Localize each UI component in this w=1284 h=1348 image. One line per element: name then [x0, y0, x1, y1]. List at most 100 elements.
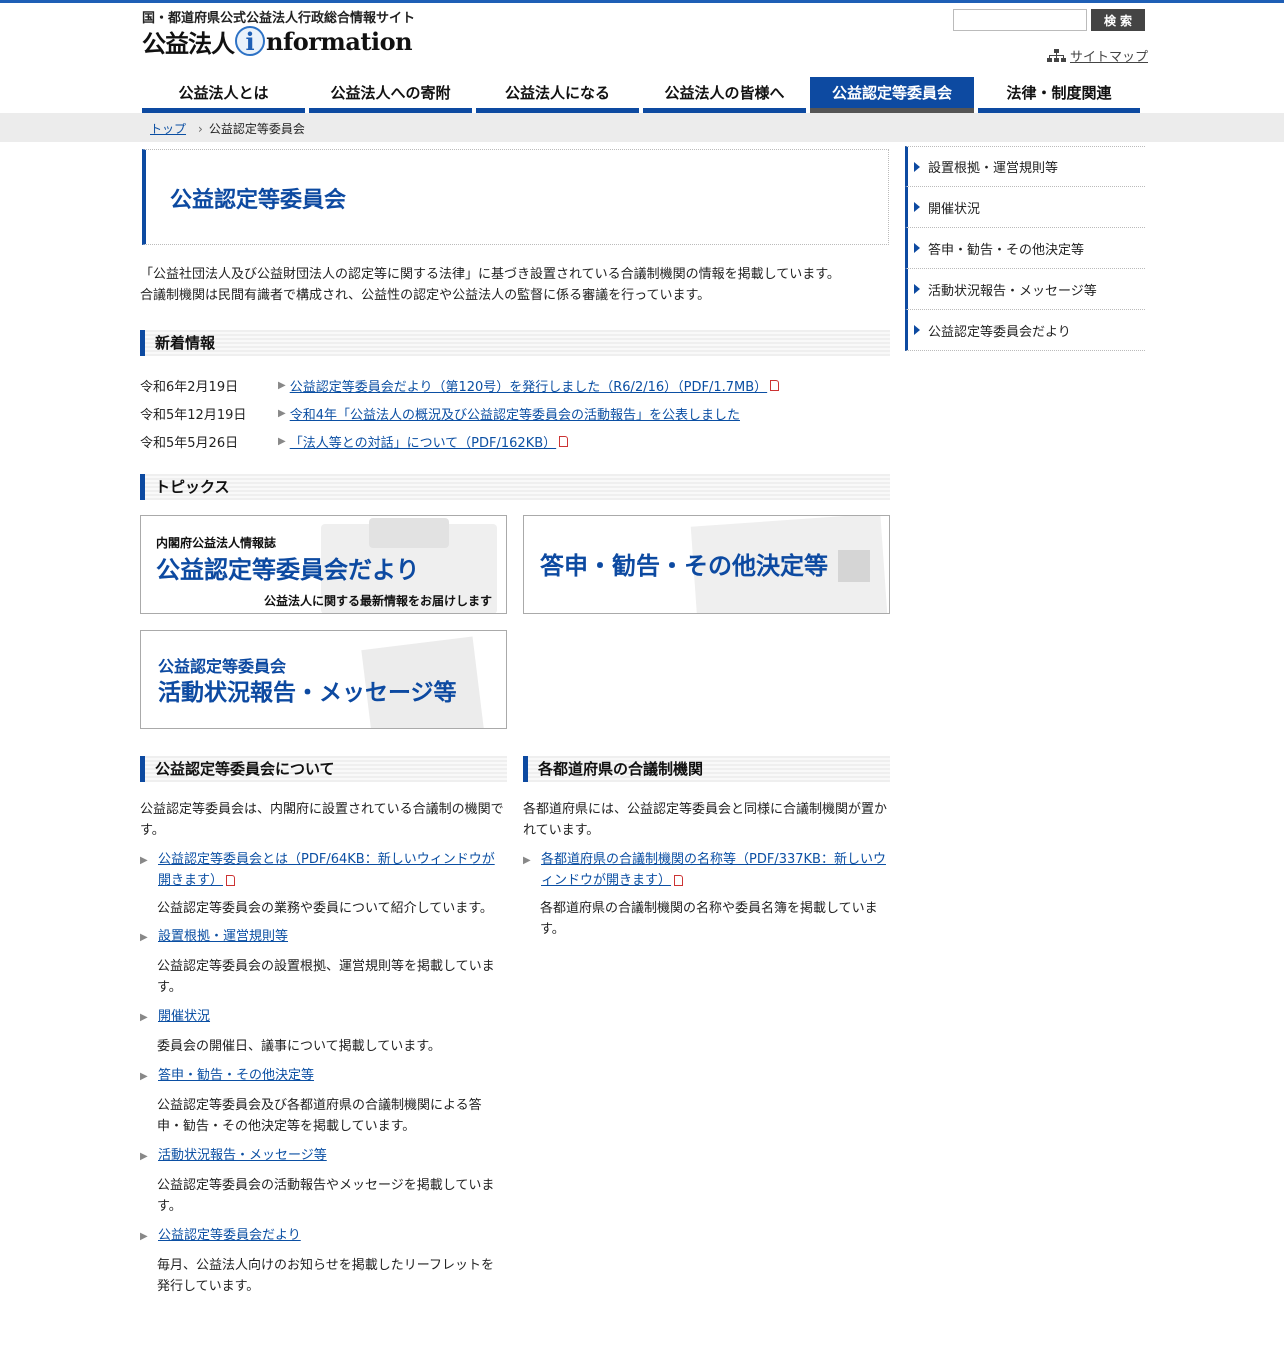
- news-heading: 新着情報: [140, 330, 890, 356]
- info-icon: i: [235, 26, 265, 56]
- sidenav-label: 答申・勧告・その他決定等: [928, 242, 1085, 258]
- page-title: 公益認定等委員会: [170, 188, 347, 213]
- pdf-icon: [226, 875, 236, 886]
- page-title-box: 公益認定等委員会: [142, 149, 889, 245]
- about-link-item: ▶ 開催状況: [140, 1006, 505, 1028]
- breadcrumb-current: 公益認定等委員会: [208, 122, 305, 136]
- pdf-icon: [559, 435, 569, 447]
- news-item: 令和5年12月19日 ▶ 令和4年「公益法人の概況及び公益認定等委員会の活動報告…: [140, 399, 890, 427]
- logo-text-en: nformation: [266, 26, 413, 56]
- triangle-right-icon: ▶: [278, 435, 286, 447]
- triangle-right-icon: ▶: [523, 855, 531, 866]
- about-desc: 毎月、公益法人向けのお知らせを掲載したリーフレットを発行しています。: [157, 1258, 494, 1294]
- pdf-icon: [770, 379, 780, 391]
- triangle-right-icon: ▶: [278, 407, 286, 419]
- news-date: 令和6年2月19日: [140, 379, 239, 395]
- prefectures-link-item: ▶ 各都道府県の合議制機関の名称等（PDF/337KB：新しいウィンドウが開きま…: [523, 849, 888, 891]
- triangle-right-icon: ▶: [278, 379, 286, 391]
- prefectures-column: 各都道府県には、公益認定等委員会と同様に合議制機関が置かれています。 ▶ 各都道…: [523, 799, 888, 940]
- triangle-right-icon: ▶: [140, 1071, 148, 1082]
- nav-item-about-public-interest[interactable]: 公益法人とは: [142, 77, 305, 113]
- banner-newsletter[interactable]: 内閣府公益法人情報誌 公益認定等委員会だより 公益法人に関する最新情報をお届けし…: [140, 515, 507, 614]
- sidenav-label: 活動状況報告・メッセージ等: [928, 283, 1097, 299]
- about-link-rules[interactable]: 設置根拠・運営規則等: [158, 926, 288, 948]
- document-photo-illustration: [838, 550, 870, 582]
- banner-newsletter-small: 内閣府公益法人情報誌: [156, 536, 277, 550]
- sitemap-link-group: サイトマップ: [1047, 46, 1148, 65]
- sidenav-item-activity[interactable]: 活動状況報告・メッセージ等: [905, 269, 1145, 310]
- about-link-item: ▶ 公益認定等委員会とは（PDF/64KB：新しいウィンドウが開きます）: [140, 849, 505, 891]
- about-desc: 公益認定等委員会及び各都道府県の合議制機関による答申・勧告・その他決定等を掲載し…: [157, 1098, 482, 1134]
- sidenav-label: 設置根拠・運営規則等: [928, 161, 1059, 176]
- side-nav: 設置根拠・運営規則等 開催状況 答申・勧告・その他決定等 活動状況報告・メッセー…: [905, 146, 1145, 351]
- triangle-right-icon: [914, 202, 920, 212]
- intro-line-1: 「公益社団法人及び公益財団法人の認定等に関する法律」に基づき設置されている合議制…: [140, 267, 840, 282]
- nav-item-donation[interactable]: 公益法人への寄附: [309, 77, 472, 113]
- breadcrumb: トップ › 公益認定等委員会: [150, 120, 305, 137]
- sidenav-item-meetings[interactable]: 開催状況: [905, 187, 1145, 228]
- topics-heading: トピックス: [140, 474, 890, 500]
- triangle-right-icon: [914, 161, 920, 172]
- about-link-item: ▶ 活動状況報告・メッセージ等: [140, 1145, 505, 1167]
- banner-activity-report[interactable]: 公益認定等委員会 活動状況報告・メッセージ等: [140, 630, 507, 729]
- about-desc: 公益認定等委員会の設置根拠、運営規則等を掲載しています。: [157, 959, 495, 995]
- about-link-item: ▶ 設置根拠・運営規則等: [140, 926, 505, 948]
- triangle-right-icon: ▶: [140, 1231, 148, 1242]
- prefectures-desc: 各都道府県の合議制機関の名称や委員名簿を掲載しています。: [540, 901, 878, 937]
- banner-decisions-title: 答申・勧告・その他決定等: [540, 552, 828, 580]
- about-column: 公益認定等委員会は、内閣府に設置されている合議制の機関です。 ▶ 公益認定等委員…: [140, 799, 505, 1297]
- sitemap-icon: [1047, 49, 1066, 62]
- about-link-item: ▶ 公益認定等委員会だより: [140, 1225, 505, 1247]
- prefectures-heading: 各都道府県の合議制機関: [523, 756, 890, 782]
- global-nav: 公益法人とは 公益法人への寄附 公益法人になる 公益法人の皆様へ 公益認定等委員…: [142, 77, 1140, 113]
- sidenav-label: 公益認定等委員会だより: [928, 324, 1071, 340]
- news-list: 令和6年2月19日 ▶ 公益認定等委員会だより（第120号）を発行しました（R6…: [140, 371, 890, 455]
- banner-newsletter-title: 公益認定等委員会だより: [156, 556, 420, 584]
- page-intro: 「公益社団法人及び公益財団法人の認定等に関する法律」に基づき設置されている合議制…: [140, 264, 900, 306]
- about-link-newsletter[interactable]: 公益認定等委員会だより: [158, 1225, 301, 1247]
- top-accent-bar: [0, 0, 1284, 3]
- about-link-item: ▶ 答申・勧告・その他決定等: [140, 1065, 505, 1087]
- about-link-decisions[interactable]: 答申・勧告・その他決定等: [158, 1065, 314, 1087]
- news-date: 令和5年5月26日: [140, 435, 239, 451]
- sidenav-item-newsletter[interactable]: 公益認定等委員会だより: [905, 310, 1145, 351]
- news-date: 令和5年12月19日: [140, 407, 247, 423]
- triangle-right-icon: [914, 325, 920, 335]
- nav-item-commission[interactable]: 公益認定等委員会: [810, 77, 974, 113]
- prefectures-intro: 各都道府県には、公益認定等委員会と同様に合議制機関が置かれています。: [523, 802, 888, 838]
- intro-line-2: 合議制機関は民間有識者で構成され、公益性の認定や公益法人の監督に係る審議を行って…: [140, 288, 711, 303]
- banner-decisions[interactable]: 答申・勧告・その他決定等: [523, 515, 890, 614]
- sidenav-item-rules[interactable]: 設置根拠・運営規則等: [905, 146, 1145, 187]
- search-button[interactable]: 検索: [1091, 9, 1145, 31]
- news-item: 令和6年2月19日 ▶ 公益認定等委員会だより（第120号）を発行しました（R6…: [140, 371, 890, 399]
- news-link[interactable]: 令和4年「公益法人の概況及び公益認定等委員会の活動報告」を公表しました: [290, 404, 740, 423]
- news-link[interactable]: 「法人等との対話」について（PDF/162KB）: [290, 432, 556, 451]
- nav-item-for-corporations[interactable]: 公益法人の皆様へ: [643, 77, 806, 113]
- about-desc: 委員会の開催日、議事について掲載しています。: [157, 1039, 441, 1054]
- about-heading: 公益認定等委員会について: [140, 756, 507, 782]
- banner-activity-title: 活動状況報告・メッセージ等: [158, 680, 457, 706]
- site-logo[interactable]: 公益法人 i nformation: [142, 24, 413, 58]
- sidenav-item-decisions[interactable]: 答申・勧告・その他決定等: [905, 228, 1145, 269]
- about-link-commission[interactable]: 公益認定等委員会とは（PDF/64KB：新しいウィンドウが開きます）: [158, 852, 495, 888]
- news-link[interactable]: 公益認定等委員会だより（第120号）を発行しました（R6/2/16）（PDF/1…: [290, 376, 767, 395]
- triangle-right-icon: [914, 284, 920, 294]
- about-link-activity[interactable]: 活動状況報告・メッセージ等: [158, 1145, 327, 1167]
- triangle-right-icon: ▶: [140, 1012, 148, 1023]
- about-link-meetings[interactable]: 開催状況: [158, 1006, 210, 1028]
- prefectures-link[interactable]: 各都道府県の合議制機関の名称等（PDF/337KB：新しいウィンドウが開きます）: [541, 852, 886, 888]
- sidenav-label: 開催状況: [928, 201, 981, 217]
- triangle-right-icon: ▶: [140, 1151, 148, 1162]
- nav-item-become[interactable]: 公益法人になる: [476, 77, 639, 113]
- clipboard-clip-illustration: [369, 518, 449, 548]
- logo-text-jp: 公益法人: [142, 28, 235, 58]
- nav-item-law[interactable]: 法律・制度関連: [978, 77, 1140, 113]
- about-desc: 公益認定等委員会の業務や委員について紹介しています。: [157, 901, 493, 916]
- chevron-right-icon: ›: [198, 121, 203, 136]
- sitemap-link[interactable]: サイトマップ: [1070, 46, 1148, 65]
- pdf-icon: [674, 875, 684, 886]
- search-input[interactable]: [953, 9, 1087, 31]
- breadcrumb-home[interactable]: トップ: [150, 120, 186, 137]
- banner-newsletter-foot: 公益法人に関する最新情報をお届けします: [263, 594, 492, 608]
- news-item: 令和5年5月26日 ▶ 「法人等との対話」について（PDF/162KB）: [140, 427, 890, 455]
